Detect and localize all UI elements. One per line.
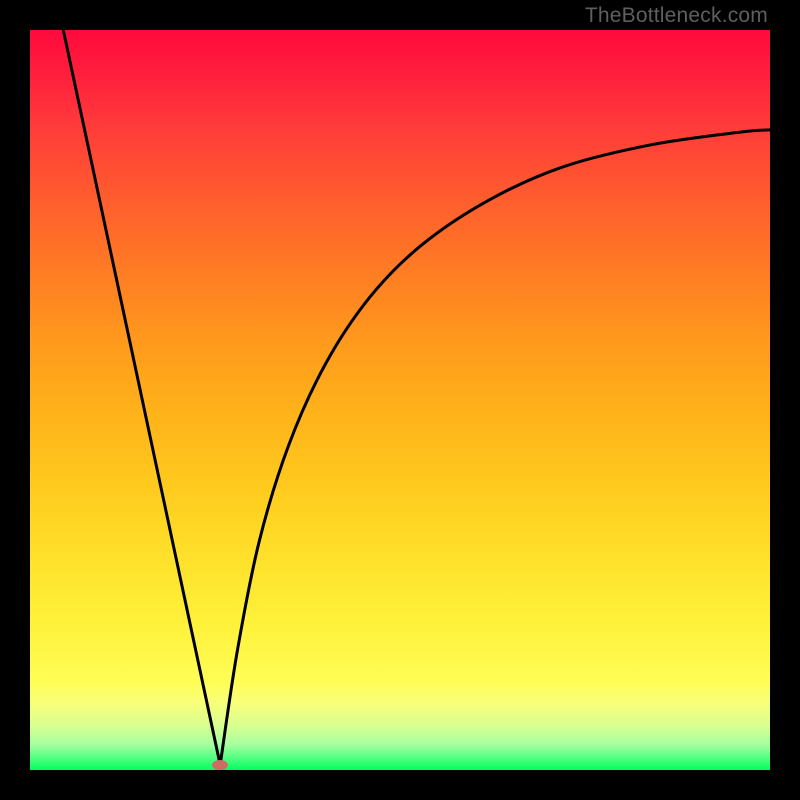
bottleneck-curve xyxy=(30,30,770,770)
watermark-label: TheBottleneck.com xyxy=(585,4,768,28)
plot-area xyxy=(30,30,770,770)
minimum-marker xyxy=(212,760,228,770)
chart-frame: TheBottleneck.com xyxy=(0,0,800,800)
